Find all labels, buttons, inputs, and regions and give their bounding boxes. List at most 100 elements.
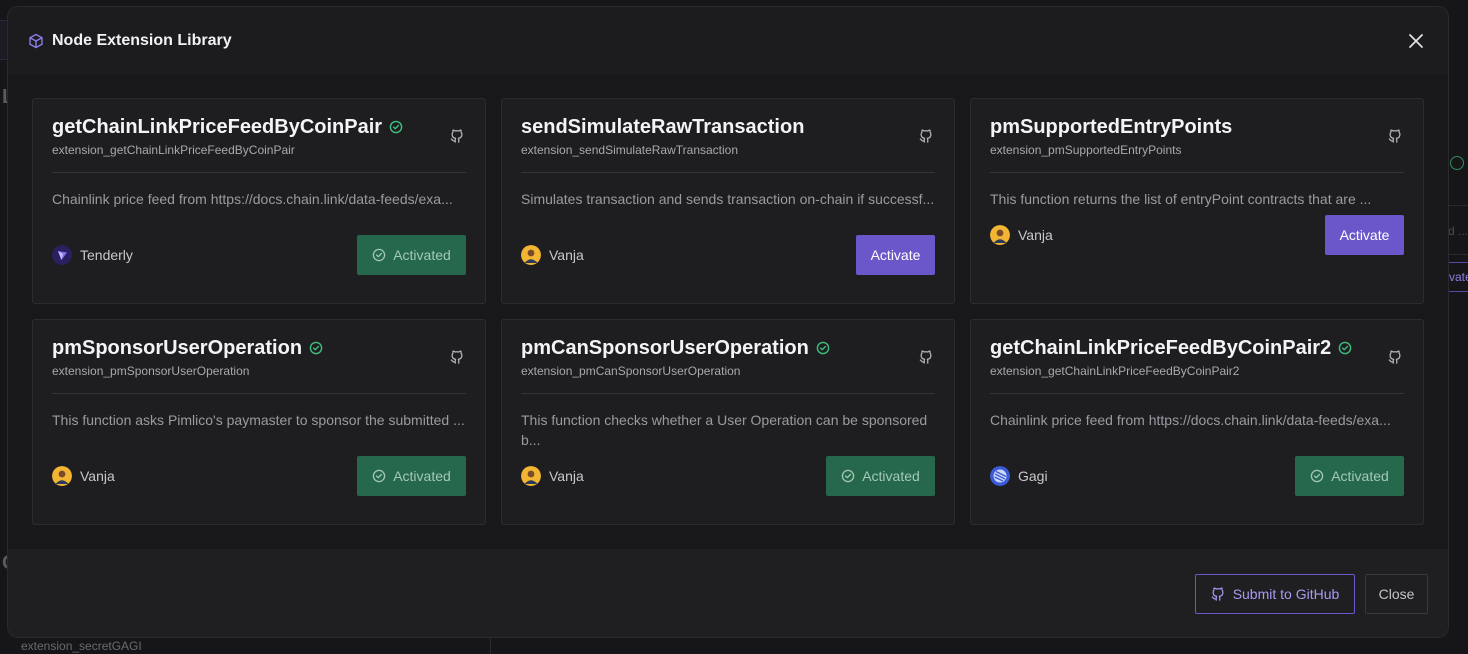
avatar bbox=[521, 466, 541, 486]
card-titles: pmSponsorUserOperation extension_pmSponso… bbox=[52, 336, 450, 378]
card-name-row: pmCanSponsorUserOperation bbox=[521, 336, 919, 360]
background-status-icon bbox=[1450, 156, 1464, 170]
card-name-row: getChainLinkPriceFeedByCoinPair2 bbox=[990, 336, 1388, 360]
background-activate-button: vate bbox=[1448, 262, 1468, 292]
verified-icon bbox=[389, 120, 403, 134]
check-circle-icon bbox=[372, 248, 386, 262]
check-circle-icon bbox=[841, 469, 855, 483]
author-name: Vanja bbox=[549, 468, 584, 484]
activated-label: Activated bbox=[393, 247, 451, 263]
activate-button[interactable]: Activate bbox=[856, 235, 935, 275]
extension-grid: getChainLinkPriceFeedByCoinPair extension… bbox=[8, 75, 1448, 549]
author: Tenderly bbox=[52, 245, 133, 265]
background-field: d ... bbox=[1448, 205, 1468, 255]
extension-name: pmSupportedEntryPoints bbox=[990, 115, 1233, 138]
github-icon[interactable] bbox=[450, 129, 464, 143]
modal-header: Node Extension Library bbox=[8, 7, 1448, 75]
card-name-row: getChainLinkPriceFeedByCoinPair bbox=[52, 115, 450, 139]
activate-button[interactable]: Activate bbox=[1325, 215, 1404, 255]
author-name: Vanja bbox=[549, 247, 584, 263]
card-divider bbox=[990, 393, 1404, 394]
card-name-row: sendSimulateRawTransaction bbox=[521, 115, 919, 139]
author-name: Tenderly bbox=[80, 247, 133, 263]
github-icon[interactable] bbox=[1388, 350, 1402, 364]
github-icon[interactable] bbox=[919, 129, 933, 143]
check-circle-icon bbox=[1310, 469, 1324, 483]
submit-to-github-label: Submit to GitHub bbox=[1232, 586, 1340, 602]
card-header: getChainLinkPriceFeedByCoinPair2 extensio… bbox=[990, 336, 1404, 378]
card-divider bbox=[521, 393, 935, 394]
card-header: sendSimulateRawTransaction extension_send… bbox=[521, 115, 935, 157]
avatar bbox=[52, 245, 72, 265]
card-divider bbox=[990, 172, 1404, 173]
extension-slug: extension_getChainLinkPriceFeedByCoinPai… bbox=[52, 143, 295, 157]
card-header: getChainLinkPriceFeedByCoinPair extension… bbox=[52, 115, 466, 157]
close-button[interactable]: Close bbox=[1365, 574, 1428, 614]
card-titles: getChainLinkPriceFeedByCoinPair2 extensio… bbox=[990, 336, 1388, 378]
verified-icon bbox=[816, 341, 830, 355]
extension-slug: extension_pmSponsorUserOperation bbox=[52, 364, 250, 378]
activated-button[interactable]: Activated bbox=[357, 456, 466, 496]
extension-name: getChainLinkPriceFeedByCoinPair bbox=[52, 115, 383, 138]
activated-button[interactable]: Activated bbox=[826, 456, 935, 496]
card-header: pmSupportedEntryPoints extension_pmSuppor… bbox=[990, 115, 1404, 157]
extension-name: sendSimulateRawTransaction bbox=[521, 115, 805, 138]
extension-slug: extension_sendSimulateRawTransaction bbox=[521, 143, 739, 157]
author-name: Vanja bbox=[80, 468, 115, 484]
card-titles: sendSimulateRawTransaction extension_send… bbox=[521, 115, 919, 158]
extension-slug: extension_getChainLinkPriceFeedByCoinPai… bbox=[990, 364, 1240, 378]
author: Vanja bbox=[52, 466, 115, 486]
card-divider bbox=[52, 172, 466, 173]
card-footer: Vanja Activate bbox=[990, 215, 1404, 255]
card-footer: Vanja Activated bbox=[52, 456, 466, 496]
card-name-row: pmSupportedEntryPoints bbox=[990, 115, 1388, 139]
card-titles: getChainLinkPriceFeedByCoinPair extension… bbox=[52, 115, 450, 157]
card-name-row: pmSponsorUserOperation bbox=[52, 336, 450, 360]
activated-label: Activated bbox=[862, 468, 920, 484]
avatar bbox=[521, 245, 541, 265]
extension-card: pmSponsorUserOperation extension_pmSponso… bbox=[32, 319, 486, 525]
extension-card: pmSupportedEntryPoints extension_pmSuppor… bbox=[970, 98, 1424, 304]
author: Vanja bbox=[521, 245, 584, 265]
github-icon[interactable] bbox=[919, 350, 933, 364]
card-header: pmCanSponsorUserOperation extension_pmCan… bbox=[521, 336, 935, 378]
extension-slug: extension_pmCanSponsorUserOperation bbox=[521, 364, 741, 378]
extension-card: pmCanSponsorUserOperation extension_pmCan… bbox=[501, 319, 955, 525]
author: Vanja bbox=[990, 225, 1053, 245]
extension-library-modal: Node Extension Library getChainLinkPrice… bbox=[8, 7, 1448, 637]
background-extension-slug: extension_secretGAGI bbox=[21, 639, 142, 653]
github-icon bbox=[1211, 587, 1225, 601]
card-footer: Tenderly Activated bbox=[52, 235, 466, 275]
submit-to-github-button[interactable]: Submit to GitHub bbox=[1195, 574, 1355, 614]
avatar bbox=[990, 225, 1010, 245]
extension-description: Simulates transaction and sends transact… bbox=[521, 191, 935, 207]
extension-name: pmSponsorUserOperation bbox=[52, 336, 303, 359]
background-divider bbox=[490, 637, 491, 654]
github-icon[interactable] bbox=[1388, 129, 1402, 143]
modal-title: Node Extension Library bbox=[52, 32, 232, 49]
extension-description: Chainlink price feed from https://docs.c… bbox=[990, 412, 1391, 428]
card-divider bbox=[52, 393, 466, 394]
extension-name: pmCanSponsorUserOperation bbox=[521, 336, 809, 359]
extension-description: This function asks Pimlico's paymaster t… bbox=[52, 412, 465, 428]
card-footer: Vanja Activated bbox=[521, 456, 935, 496]
extension-card: sendSimulateRawTransaction extension_send… bbox=[501, 98, 955, 304]
verified-icon bbox=[1338, 341, 1352, 355]
avatar bbox=[990, 466, 1010, 486]
author-name: Vanja bbox=[1018, 227, 1053, 243]
author-name: Gagi bbox=[1018, 468, 1048, 484]
extension-card: getChainLinkPriceFeedByCoinPair2 extensio… bbox=[970, 319, 1424, 525]
author: Gagi bbox=[990, 466, 1048, 486]
extension-description: Chainlink price feed from https://docs.c… bbox=[52, 191, 453, 207]
verified-icon bbox=[309, 341, 323, 355]
extension-card: getChainLinkPriceFeedByCoinPair extension… bbox=[32, 98, 486, 304]
card-titles: pmCanSponsorUserOperation extension_pmCan… bbox=[521, 336, 919, 378]
activated-button[interactable]: Activated bbox=[1295, 456, 1404, 496]
activated-button[interactable]: Activated bbox=[357, 235, 466, 275]
author: Vanja bbox=[521, 466, 584, 486]
card-header: pmSponsorUserOperation extension_pmSponso… bbox=[52, 336, 466, 378]
github-icon[interactable] bbox=[450, 350, 464, 364]
cube-icon bbox=[28, 33, 44, 49]
activated-label: Activated bbox=[393, 468, 451, 484]
close-icon[interactable] bbox=[1404, 29, 1428, 53]
